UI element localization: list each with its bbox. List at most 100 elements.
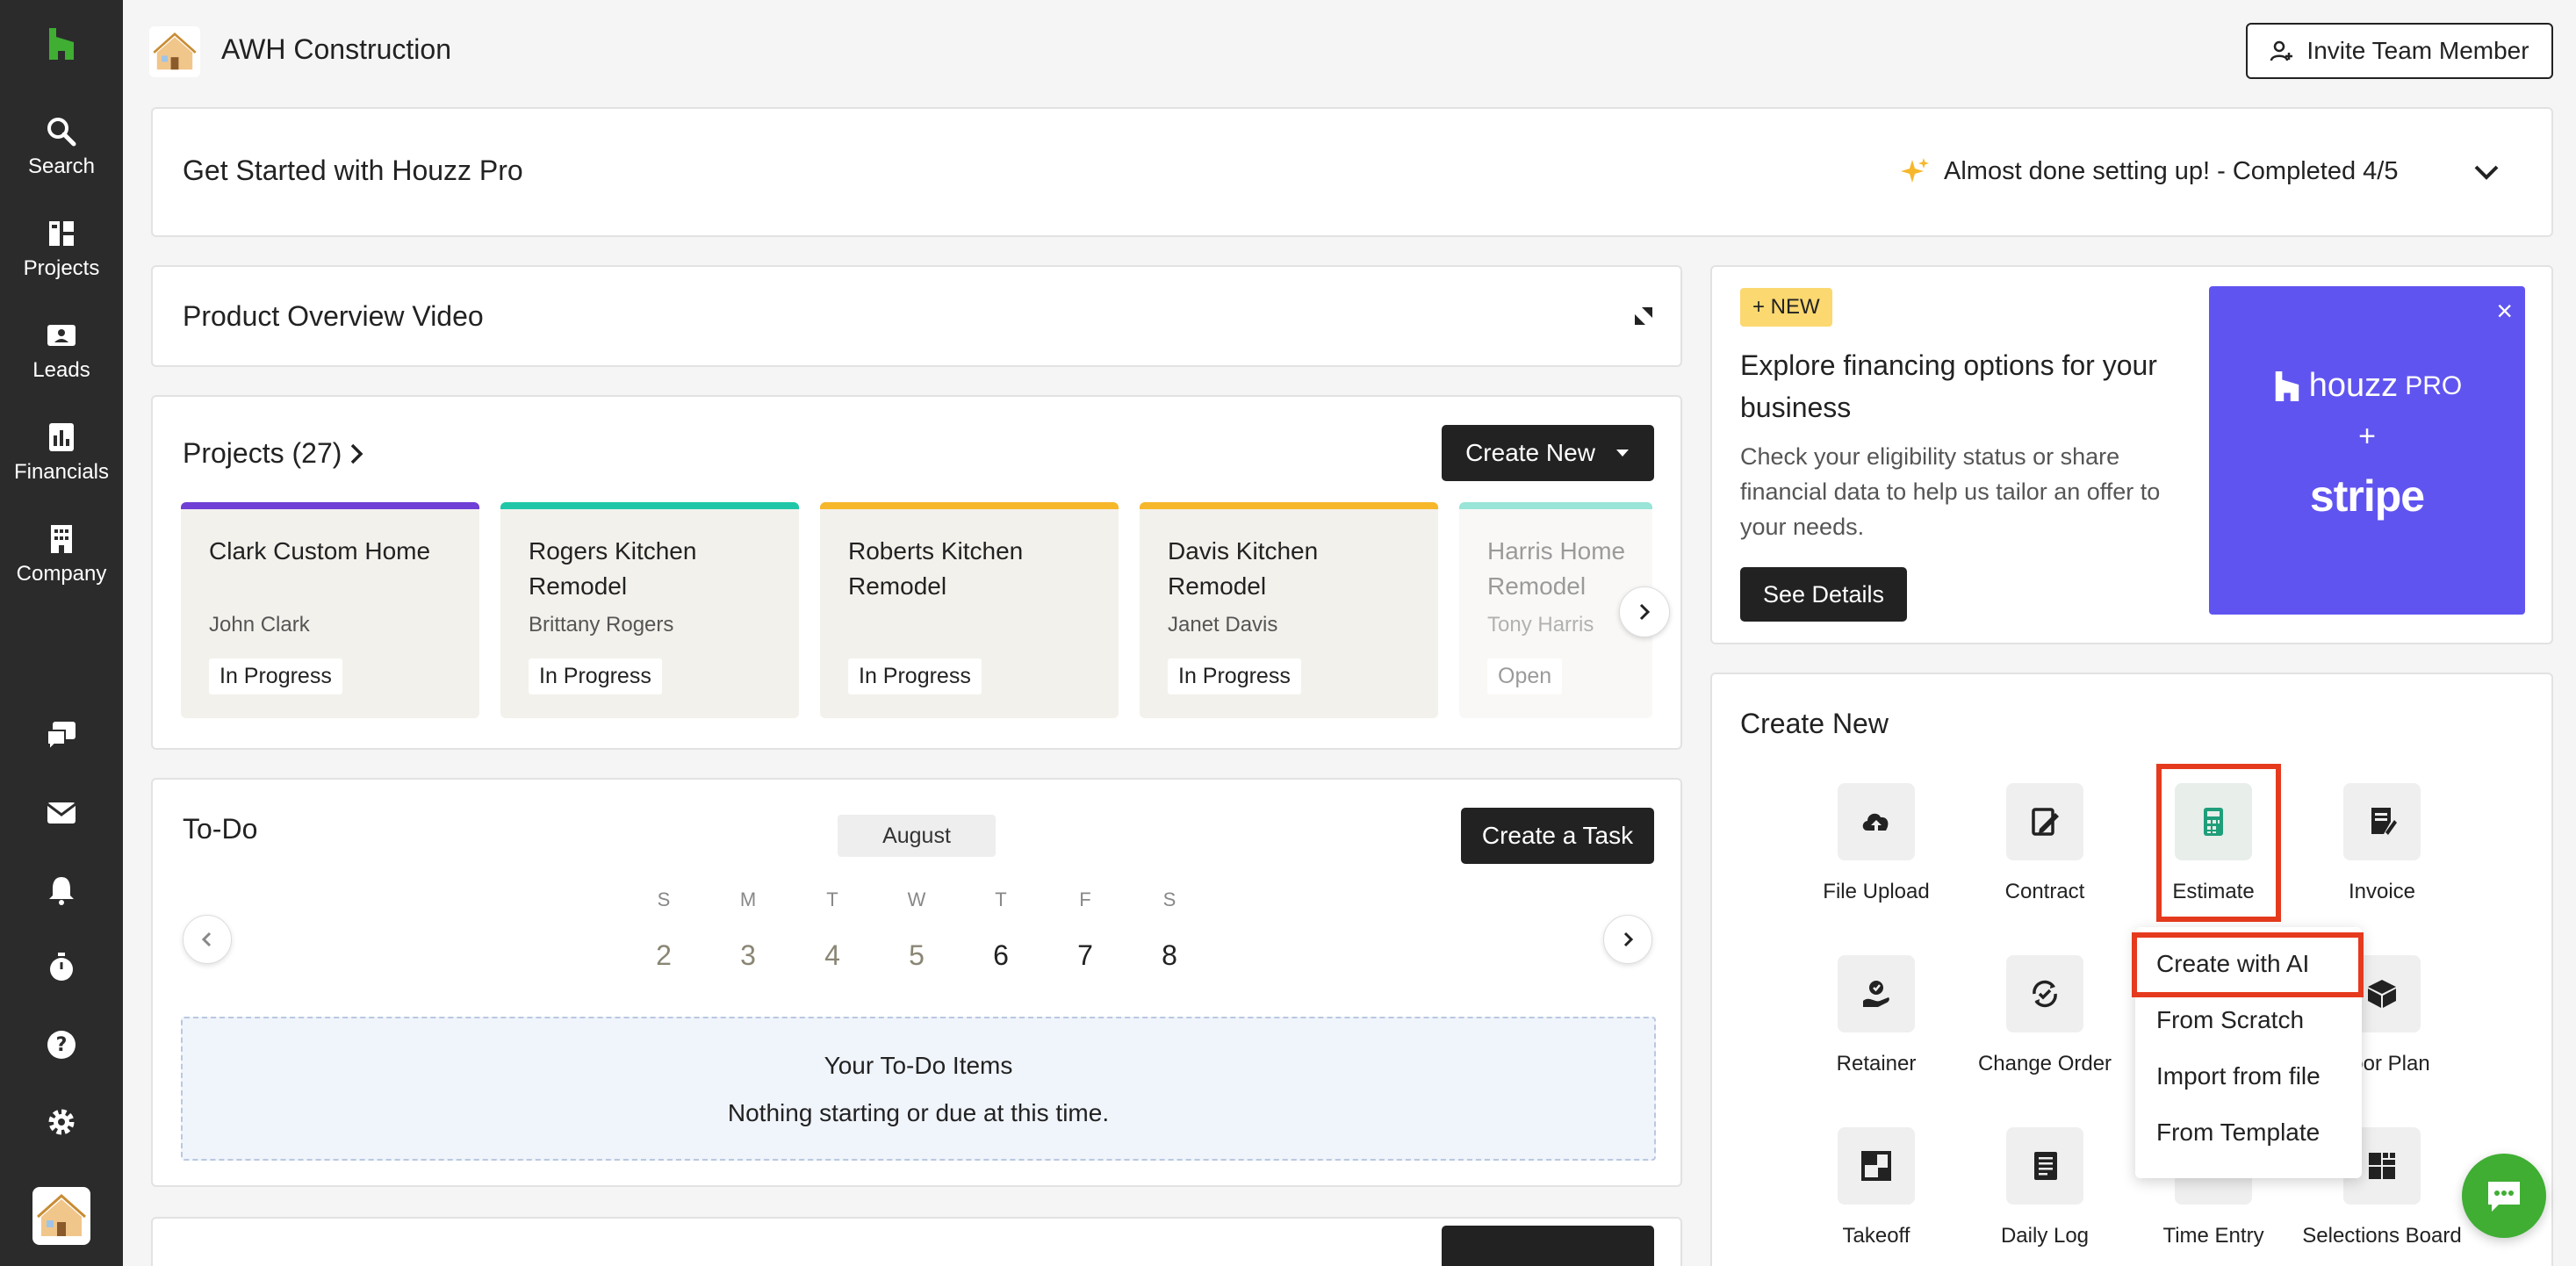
invite-team-member-button[interactable]: Invite Team Member (2246, 23, 2553, 79)
project-client: Tony Harris (1487, 613, 1594, 637)
project-color-bar (181, 502, 479, 509)
tile-invoice[interactable]: Invoice (2299, 783, 2465, 904)
calendar-day[interactable]: T 4 (806, 888, 859, 972)
houzz-logo-icon (2275, 370, 2299, 401)
product-overview-title: Product Overview Video (183, 300, 484, 332)
todo-empty-title: Your To-Do Items (824, 1052, 1013, 1079)
tile-label: Time Entry (2162, 1224, 2264, 1248)
tile-daily-log[interactable]: Daily Log (1961, 1127, 2128, 1248)
create-new-project-button[interactable]: Create New (1442, 425, 1654, 481)
product-overview-panel[interactable]: Product Overview Video (151, 265, 1682, 367)
project-card[interactable]: Rogers Kitchen Remodel Brittany Rogers I… (500, 502, 799, 718)
project-color-bar (820, 502, 1119, 509)
calendar-day[interactable]: T 6 (975, 888, 1027, 972)
pro-text: PRO (2405, 370, 2463, 400)
calendar-day[interactable]: M 3 (722, 888, 774, 972)
financials-icon (49, 423, 74, 451)
chevron-left-icon (201, 932, 212, 947)
sidebar-item-label: Projects (23, 256, 100, 280)
projects-next-button[interactable] (1619, 586, 1670, 637)
day-number: 8 (1162, 939, 1177, 971)
chevron-down-icon[interactable] (2471, 156, 2502, 188)
retainer-icon (1863, 981, 1889, 1007)
calendar-day[interactable]: S 8 (1143, 888, 1196, 972)
day-number: 5 (909, 939, 925, 971)
upload-icon (1862, 813, 1889, 831)
day-letter: S (1162, 888, 1176, 910)
sidebar-item-projects[interactable]: Projects (0, 216, 123, 281)
promo-title: Explore financing options for your busin… (1740, 349, 2157, 423)
create-with-ai-highlight (2132, 932, 2364, 997)
tile-change-order[interactable]: Change Order (1961, 955, 2128, 1076)
get-started-panel[interactable]: Get Started with Houzz Pro Almost done s… (151, 107, 2553, 237)
project-client: Brittany Rogers (529, 613, 674, 637)
project-name: Davis Kitchen Remodel (1168, 537, 1319, 600)
day-number: 6 (993, 939, 1009, 971)
calendar-day[interactable]: S 2 (637, 888, 690, 972)
projects-title[interactable]: Projects (27) (183, 437, 366, 470)
house-logo-icon (153, 32, 197, 70)
chat-button[interactable] (2462, 1154, 2546, 1238)
calendar-day[interactable]: W 5 (890, 888, 943, 972)
sidebar-item-leads[interactable]: Leads (0, 318, 123, 383)
bottom-panel-button[interactable] (1442, 1226, 1654, 1266)
project-card[interactable]: Roberts Kitchen Remodel In Progress (820, 502, 1119, 718)
company-icon (51, 525, 72, 553)
create-new-title: Create New (1740, 708, 1889, 739)
project-status-badge: Open (1487, 658, 1563, 694)
mail-icon[interactable] (44, 795, 79, 831)
get-started-title: Get Started with Houzz Pro (183, 155, 523, 186)
chevron-right-icon (1623, 932, 1634, 947)
floor-plan-icon (2368, 980, 2396, 1008)
day-letter: T (826, 888, 838, 910)
setup-status-text: Almost done setting up! - Completed 4/5 (1944, 156, 2399, 185)
timer-icon[interactable] (44, 950, 79, 985)
houzz-text: houzz (2308, 367, 2399, 404)
day-number: 4 (824, 939, 840, 971)
project-status-badge: In Progress (529, 658, 662, 694)
tile-label: Daily Log (2000, 1224, 2090, 1248)
help-icon[interactable]: ? (44, 1027, 79, 1062)
project-status-badge: In Progress (848, 658, 982, 694)
close-icon[interactable]: × (2496, 295, 2513, 327)
todo-panel: To-Do August Create a Task S 2 M 3 T 4 W… (151, 778, 1682, 1187)
sidebar-item-financials[interactable]: Financials (0, 420, 123, 485)
messages-icon[interactable] (44, 718, 79, 753)
day-number: 3 (740, 939, 756, 971)
calendar-next-button[interactable] (1603, 915, 1652, 964)
tile-file-upload[interactable]: File Upload (1793, 783, 1960, 904)
menu-item-from-template[interactable]: From Template (2156, 1119, 2320, 1147)
see-details-button[interactable]: See Details (1740, 567, 1907, 622)
project-card[interactable]: Davis Kitchen Remodel Janet Davis In Pro… (1140, 502, 1438, 718)
tile-contract[interactable]: Contract (1961, 783, 2128, 904)
promo-body: Check your eligibility status or share f… (1740, 443, 2161, 540)
day-letter: W (907, 888, 926, 910)
tile-label: Selections Board (2302, 1224, 2462, 1248)
change-order-icon (2033, 980, 2057, 1008)
tile-takeoff[interactable]: Takeoff (1793, 1127, 1960, 1248)
tile-label: Takeoff (1842, 1224, 1910, 1248)
financing-promo: + NEW Explore financing options for your… (1710, 265, 2553, 644)
menu-item-from-scratch[interactable]: From Scratch (2156, 1006, 2304, 1034)
calendar-day[interactable]: F 7 (1059, 888, 1112, 972)
sidebar-item-company[interactable]: Company (0, 522, 123, 586)
tile-retainer[interactable]: Retainer (1793, 955, 1960, 1076)
sidebar-item-search[interactable]: Search (0, 114, 123, 179)
project-card[interactable]: Clark Custom Home John Clark In Progress (181, 502, 479, 718)
new-badge: + NEW (1740, 288, 1832, 327)
expand-icon[interactable] (1631, 304, 1656, 328)
company-avatar[interactable] (32, 1187, 90, 1245)
month-label[interactable]: August (838, 815, 996, 857)
sidebar-item-label: Search (27, 155, 96, 178)
calendar-prev-button[interactable] (183, 915, 232, 964)
project-color-bar (500, 502, 799, 509)
gear-icon[interactable] (44, 1104, 79, 1140)
menu-item-import-from-file[interactable]: Import from file (2156, 1062, 2321, 1090)
project-name: Rogers Kitchen Remodel (529, 537, 697, 600)
create-task-button[interactable]: Create a Task (1461, 808, 1654, 864)
add-user-icon (2270, 40, 2293, 61)
houzz-logo-icon[interactable] (46, 26, 77, 61)
todo-title: To-Do (183, 813, 258, 845)
sidebar-item-label: Leads (32, 358, 90, 382)
bell-icon[interactable] (44, 873, 79, 908)
